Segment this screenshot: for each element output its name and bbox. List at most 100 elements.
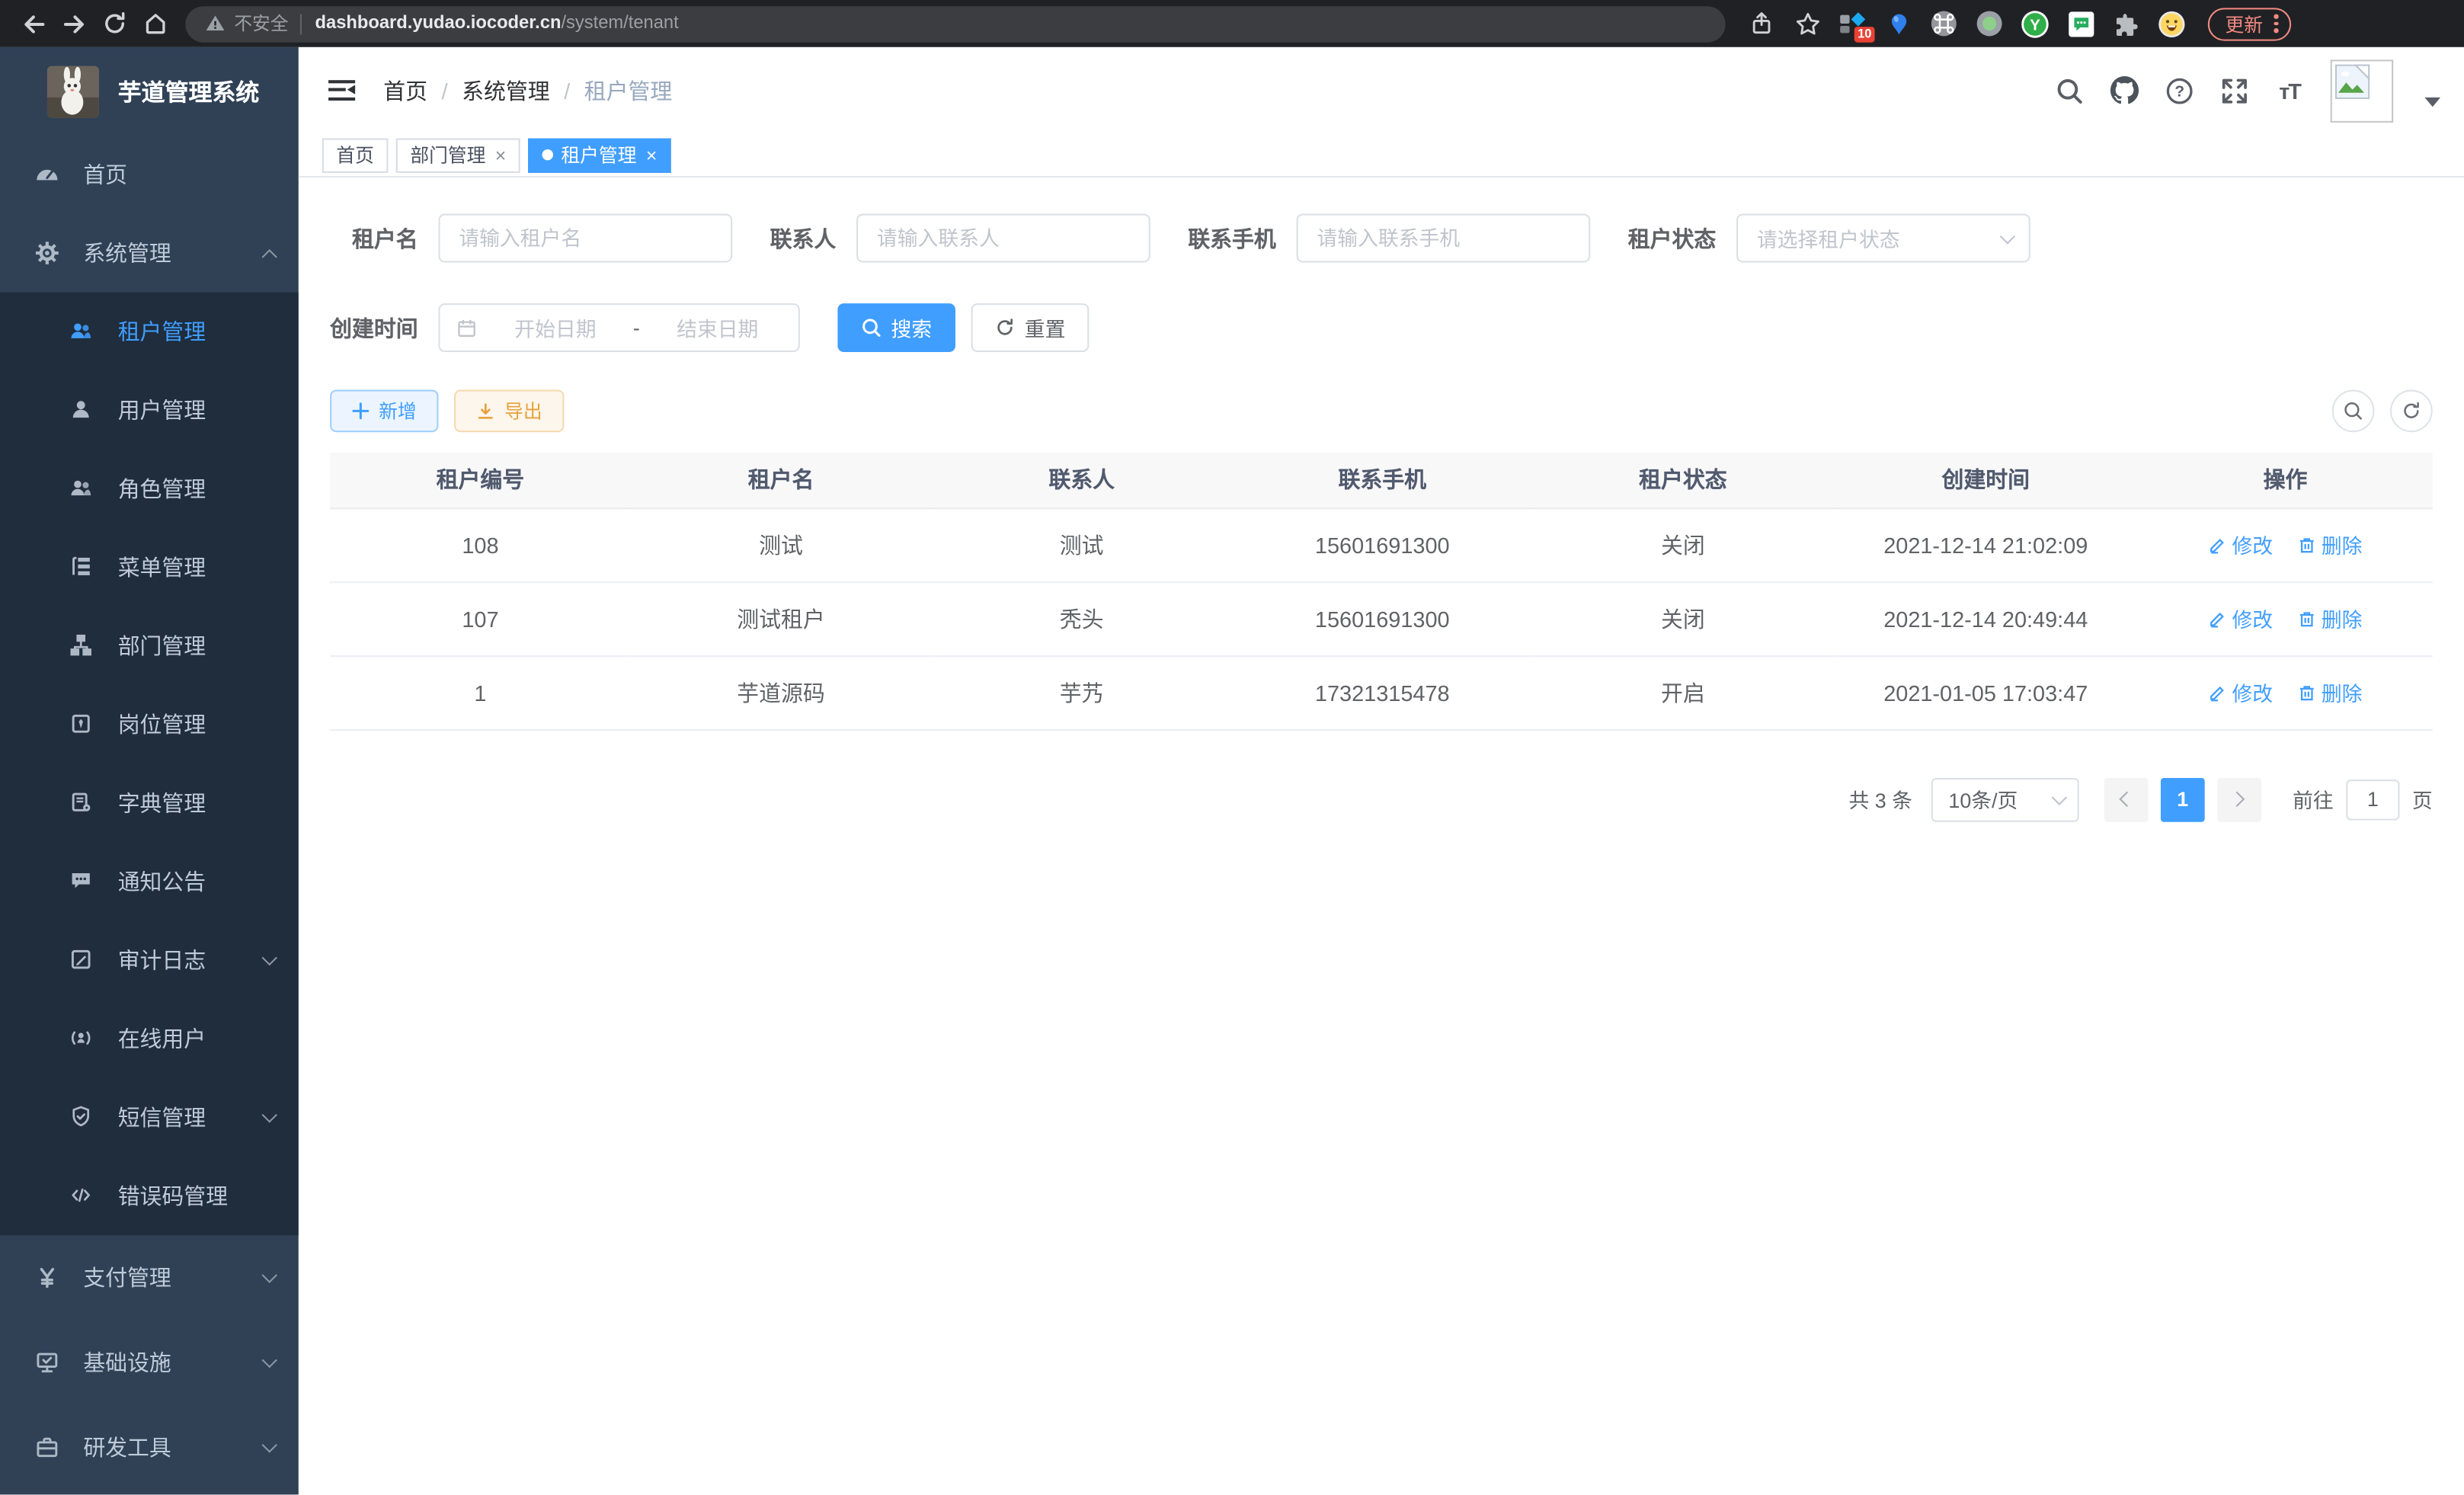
y-logo-extension-icon[interactable]: Y bbox=[2021, 9, 2049, 37]
sidebar-item-user[interactable]: 用户管理 bbox=[0, 371, 299, 450]
avatar-dropdown-caret-icon[interactable] bbox=[2424, 97, 2440, 106]
tab-tenant[interactable]: 租户管理 × bbox=[528, 137, 671, 171]
broken-image-icon bbox=[2335, 64, 2370, 98]
app-frame: 芋道管理系统 首页 系统管理 租户管理 bbox=[0, 47, 2464, 1495]
sidebar-item-error-code[interactable]: 错误码管理 bbox=[0, 1157, 299, 1235]
phone-input[interactable] bbox=[1297, 214, 1591, 263]
sidebar-item-dict[interactable]: 字典管理 bbox=[0, 764, 299, 842]
reset-button-label: 重置 bbox=[1025, 312, 1066, 342]
font-size-icon[interactable]: тT bbox=[2276, 76, 2304, 104]
sidebar-item-online-user[interactable]: 在线用户 bbox=[0, 1000, 299, 1078]
help-icon[interactable]: ? bbox=[2165, 76, 2194, 104]
sidebar-item-role[interactable]: 角色管理 bbox=[0, 450, 299, 528]
search-icon bbox=[861, 318, 882, 338]
command-extension-icon[interactable] bbox=[1930, 9, 1958, 37]
forward-icon[interactable] bbox=[56, 6, 91, 40]
sidebar-item-post[interactable]: 岗位管理 bbox=[0, 685, 299, 764]
sidebar-item-menu[interactable]: 菜单管理 bbox=[0, 528, 299, 607]
share-icon[interactable] bbox=[1748, 9, 1776, 37]
url-bar[interactable]: 不安全 dashboard.yudao.iocoder.cn/system/te… bbox=[185, 5, 1725, 41]
tab-home[interactable]: 首页 bbox=[322, 137, 389, 171]
sidebar-item-tenant[interactable]: 租户管理 bbox=[0, 293, 299, 371]
profile-avatar-icon[interactable] bbox=[2158, 9, 2186, 37]
sidebar-item-label: 短信管理 bbox=[118, 1102, 206, 1133]
table-row: 107 测试租户 秃头 15601691300 关闭 2021-12-14 20… bbox=[330, 581, 2433, 655]
next-page-button[interactable] bbox=[2217, 777, 2261, 821]
recorder-extension-icon[interactable] bbox=[1976, 9, 2004, 37]
reload-icon[interactable] bbox=[98, 6, 132, 40]
delete-link[interactable]: 删除 bbox=[2298, 677, 2363, 707]
export-button[interactable]: 导出 bbox=[454, 390, 564, 433]
chrome-update-button[interactable]: 更新 bbox=[2208, 7, 2290, 40]
filter-contact: 联系人 bbox=[770, 214, 1150, 263]
bookmark-star-icon[interactable] bbox=[1793, 9, 1821, 37]
code-icon bbox=[69, 1183, 94, 1208]
back-icon[interactable] bbox=[16, 6, 50, 40]
filter-row-1: 租户名 联系人 联系手机 租户状态 请选择租户状态 bbox=[330, 214, 2433, 263]
github-icon[interactable] bbox=[2110, 76, 2139, 104]
balloon-extension-icon[interactable] bbox=[1884, 9, 1912, 37]
tab-dept[interactable]: 部门管理 × bbox=[396, 137, 520, 171]
home-icon[interactable] bbox=[139, 6, 173, 40]
extension-tabs-icon[interactable]: 10 bbox=[1838, 9, 1867, 37]
page-size-select[interactable]: 10条/页 bbox=[1931, 777, 2079, 821]
search-icon[interactable] bbox=[2056, 76, 2084, 104]
col-status: 租户状态 bbox=[1533, 453, 1834, 507]
col-actions: 操作 bbox=[2138, 453, 2432, 507]
sidebar-collapse-icon[interactable] bbox=[328, 79, 355, 101]
close-icon[interactable]: × bbox=[646, 144, 657, 166]
online-user-icon bbox=[69, 1026, 94, 1052]
status-select-placeholder: 请选择租户状态 bbox=[1757, 223, 1900, 253]
prev-page-button[interactable] bbox=[2104, 777, 2149, 821]
avatar[interactable] bbox=[2331, 59, 2394, 122]
edit-link[interactable]: 修改 bbox=[2209, 603, 2274, 633]
sidebar-item-label: 系统管理 bbox=[83, 237, 171, 268]
dict-book-icon bbox=[69, 790, 94, 815]
tenant-name-input[interactable] bbox=[438, 214, 732, 263]
cell-tenant-id: 107 bbox=[330, 581, 631, 655]
sidebar-item-infra[interactable]: 基础设施 bbox=[0, 1321, 299, 1405]
app-logo: 芋道管理系统 bbox=[0, 47, 299, 136]
sidebar-item-notice[interactable]: 通知公告 bbox=[0, 843, 299, 921]
delete-link[interactable]: 删除 bbox=[2298, 530, 2363, 559]
cell-tenant-id: 108 bbox=[330, 507, 631, 581]
sidebar-item-home[interactable]: 首页 bbox=[0, 135, 299, 213]
fullscreen-icon[interactable] bbox=[2220, 76, 2248, 104]
breadcrumb-system[interactable]: 系统管理 bbox=[462, 75, 550, 106]
goto-page-input[interactable] bbox=[2346, 779, 2399, 820]
table-header-row: 租户编号 租户名 联系人 联系手机 租户状态 创建时间 操作 bbox=[330, 453, 2433, 507]
sidebar-item-sms[interactable]: 短信管理 bbox=[0, 1078, 299, 1157]
breadcrumb-home[interactable]: 首页 bbox=[383, 75, 427, 106]
browser-menu-icon[interactable] bbox=[2274, 14, 2277, 33]
add-button[interactable]: 新增 bbox=[330, 390, 438, 433]
reset-button[interactable]: 重置 bbox=[971, 303, 1090, 352]
sidebar-item-label: 岗位管理 bbox=[118, 709, 206, 740]
search-button[interactable]: 搜索 bbox=[837, 303, 955, 352]
sms-shield-icon bbox=[69, 1105, 94, 1130]
page-size-value: 10条/页 bbox=[1948, 784, 2018, 814]
date-range-picker[interactable]: 开始日期 - 结束日期 bbox=[438, 303, 799, 352]
status-select[interactable]: 请选择租户状态 bbox=[1736, 214, 2030, 263]
tab-label: 首页 bbox=[336, 142, 374, 168]
extensions-puzzle-icon[interactable] bbox=[2112, 9, 2140, 37]
sidebar-item-pay[interactable]: 支付管理 bbox=[0, 1235, 299, 1320]
update-label: 更新 bbox=[2226, 10, 2264, 37]
chevron-down-icon bbox=[262, 1437, 277, 1452]
contact-input[interactable] bbox=[856, 214, 1150, 263]
chat-extension-icon[interactable] bbox=[2066, 9, 2094, 37]
delete-link[interactable]: 删除 bbox=[2298, 603, 2363, 633]
hide-search-button[interactable] bbox=[2332, 390, 2375, 433]
edit-link[interactable]: 修改 bbox=[2209, 530, 2274, 559]
download-icon bbox=[476, 402, 495, 421]
sidebar-item-devtools[interactable]: 研发工具 bbox=[0, 1405, 299, 1490]
close-icon[interactable]: × bbox=[495, 144, 506, 166]
edit-link[interactable]: 修改 bbox=[2209, 677, 2274, 707]
sidebar-item-audit-log[interactable]: 审计日志 bbox=[0, 921, 299, 1000]
refresh-table-button[interactable] bbox=[2390, 390, 2433, 433]
sidebar-item-dept[interactable]: 部门管理 bbox=[0, 607, 299, 685]
sidebar-item-system[interactable]: 系统管理 bbox=[0, 214, 299, 293]
pagination: 共 3 条 10条/页 1 前往 页 bbox=[330, 777, 2433, 821]
cell-phone: 15601691300 bbox=[1232, 581, 1533, 655]
security-label[interactable]: 不安全 bbox=[234, 11, 288, 36]
page-number-1[interactable]: 1 bbox=[2161, 777, 2205, 821]
